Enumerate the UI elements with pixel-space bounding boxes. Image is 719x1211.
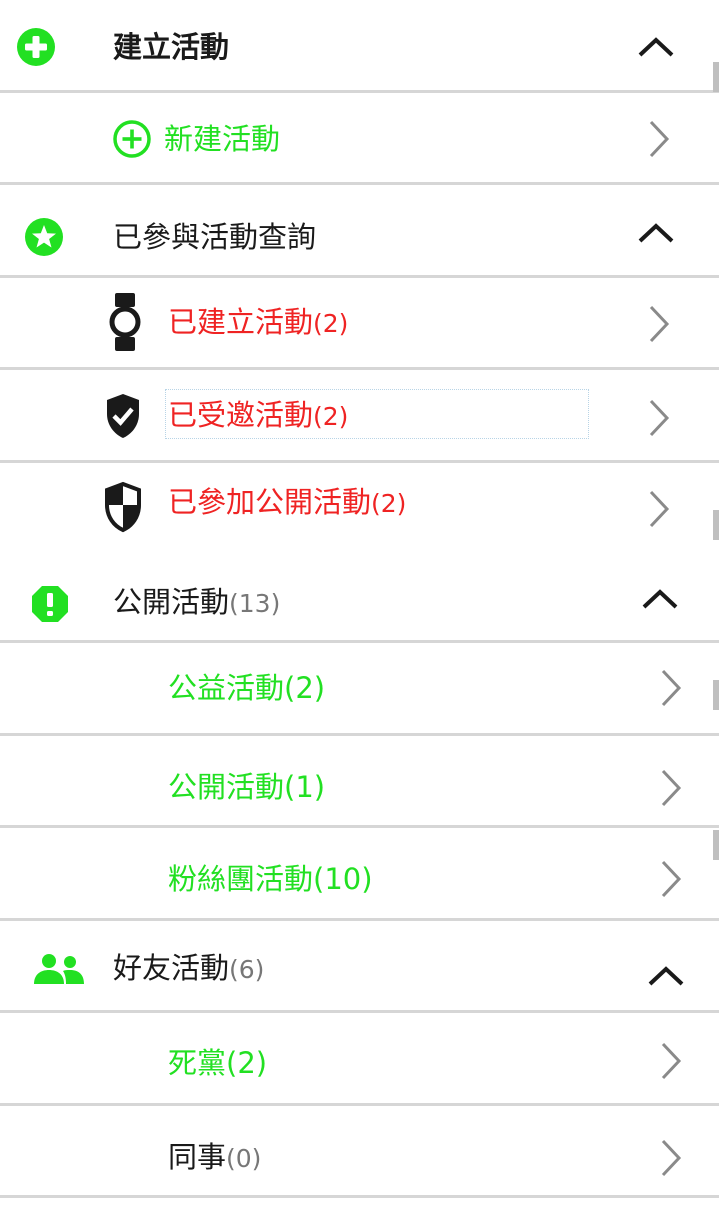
menu-item-joined-public-activities[interactable]: 已參加公開活動(2) (0, 463, 719, 555)
section-header-create[interactable]: 建立活動 (0, 0, 719, 93)
chevron-right-icon[interactable] (660, 668, 682, 708)
chevron-up-icon[interactable] (640, 587, 680, 611)
menu-item-label: 已建立活動(2) (168, 305, 349, 339)
section-title-joined: 已參與活動查詢 (113, 220, 317, 254)
section-header-joined[interactable]: 已參與活動查詢 (0, 185, 719, 278)
menu-item-label: 粉絲團活動(10) (168, 862, 373, 896)
menu-item-label: 新建活動 (164, 122, 281, 156)
people-icon (34, 954, 84, 984)
menu-item-label: 已受邀活動(2) (168, 398, 349, 432)
chevron-up-icon[interactable] (646, 964, 686, 988)
section-header-public[interactable]: 公開活動(13) (0, 555, 719, 643)
menu-item-label: 已參加公開活動(2) (168, 485, 407, 519)
menu-item-coworkers[interactable]: 同事(0) (0, 1106, 719, 1198)
menu-item-fanpage-activities[interactable]: 粉絲團活動(10) (0, 828, 719, 921)
chevron-right-icon[interactable] (660, 768, 682, 808)
section-title-friends: 好友活動(6) (113, 951, 265, 985)
chevron-right-icon[interactable] (660, 859, 682, 899)
menu-item-charity-activities[interactable]: 公益活動(2) (0, 643, 719, 736)
shield-half-icon (105, 481, 141, 533)
chevron-right-icon[interactable] (660, 1041, 682, 1081)
alert-octagon-icon (32, 586, 68, 622)
section-title-public: 公開活動(13) (113, 585, 281, 619)
scroll-edge-marker (713, 680, 719, 710)
menu-item-label: 公開活動(1) (168, 770, 326, 804)
plus-circle-outline-icon (113, 120, 151, 158)
scroll-edge-marker (713, 830, 719, 860)
scroll-edge-marker (713, 510, 719, 540)
menu-item-label: 同事(0) (168, 1140, 262, 1174)
menu-item-label: 死黨(2) (168, 1046, 268, 1080)
menu-item-new-activity[interactable]: 新建活動 (0, 93, 719, 185)
chevron-up-icon[interactable] (636, 35, 676, 59)
menu-item-public-activities[interactable]: 公開活動(1) (0, 736, 719, 828)
chevron-right-icon[interactable] (660, 1138, 682, 1178)
watch-icon (109, 293, 141, 351)
chevron-right-icon[interactable] (648, 304, 670, 344)
menu-item-created-activities[interactable]: 已建立活動(2) (0, 278, 719, 370)
menu-item-close-friends[interactable]: 死黨(2) (0, 1013, 719, 1106)
shield-check-icon (107, 394, 139, 438)
chevron-up-icon[interactable] (636, 221, 676, 245)
section-header-friends[interactable]: 好友活動(6) (0, 921, 719, 1013)
scroll-edge-marker (713, 62, 719, 92)
section-title-create: 建立活動 (113, 30, 230, 64)
plus-circle-filled-icon (17, 28, 55, 66)
star-circle-icon (25, 218, 63, 256)
chevron-right-icon[interactable] (648, 119, 670, 159)
menu-item-label: 公益活動(2) (168, 671, 326, 705)
chevron-right-icon[interactable] (648, 489, 670, 529)
menu-item-invited-activities[interactable]: 已受邀活動(2) (0, 370, 719, 463)
chevron-right-icon[interactable] (648, 398, 670, 438)
